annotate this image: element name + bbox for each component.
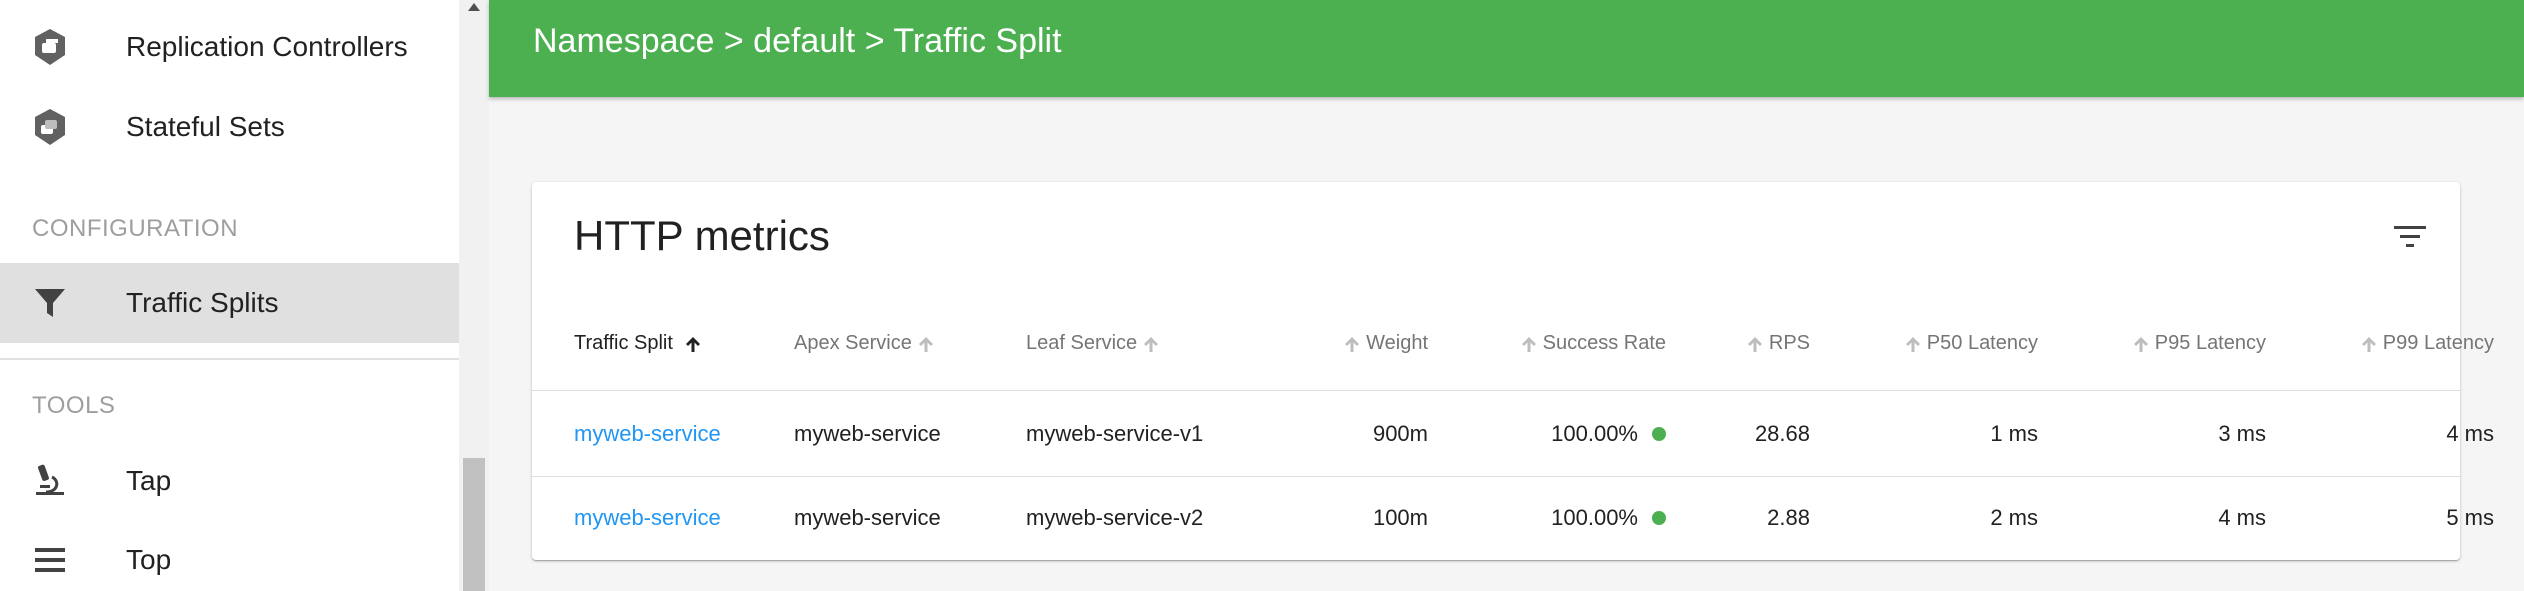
column-header-success-rate[interactable]: Success Rate xyxy=(1452,332,1666,355)
column-header-leaf-service[interactable]: Leaf Service xyxy=(1026,332,1196,355)
filter-list-icon[interactable] xyxy=(2392,222,2428,252)
column-header-label: Success Rate xyxy=(1542,332,1666,354)
filter-funnel-icon xyxy=(28,281,72,325)
configuration-section-header: CONFIGURATION xyxy=(32,215,239,242)
column-header-label: Leaf Service xyxy=(1026,332,1138,354)
success-status-dot-icon xyxy=(1652,511,1666,525)
column-header-label: P50 Latency xyxy=(1926,332,2038,354)
sort-arrow-up-icon xyxy=(1519,334,1539,354)
sidebar-divider xyxy=(0,358,459,360)
p99-latency-cell: 5 ms xyxy=(2446,505,2494,530)
column-header-label: Weight xyxy=(1366,332,1428,354)
stateful-set-icon xyxy=(28,105,72,149)
success-rate-value: 100.00% xyxy=(1551,505,1638,530)
card-title: HTTP metrics xyxy=(574,212,830,259)
weight-cell: 100m xyxy=(1372,505,1428,530)
column-header-traffic-split[interactable]: Traffic Split xyxy=(574,332,754,355)
column-header-label: Apex Service xyxy=(794,332,912,354)
sort-arrow-up-icon xyxy=(683,334,703,354)
column-header-label: P95 Latency xyxy=(2154,332,2266,354)
column-header-p50-latency[interactable]: P50 Latency xyxy=(1832,332,2038,355)
column-header-weight[interactable]: Weight xyxy=(1292,332,1428,355)
tools-section-header: TOOLS xyxy=(32,392,116,419)
column-header-label: RPS xyxy=(1768,332,1810,354)
leaf-service-cell: myweb-service-v2 xyxy=(1026,505,1204,530)
success-rate-value: 100.00% xyxy=(1551,421,1638,446)
p95-latency-cell: 4 ms xyxy=(2218,505,2266,530)
row-divider xyxy=(532,476,2460,477)
sort-arrow-up-icon xyxy=(1342,334,1362,354)
column-header-apex-service[interactable]: Apex Service xyxy=(794,332,964,355)
p99-latency-cell: 4 ms xyxy=(2446,421,2494,446)
sidebar-item-stateful-sets[interactable]: Stateful Sets xyxy=(0,87,459,167)
success-rate-cell: 100.00% xyxy=(1452,498,1666,538)
rps-cell: 28.68 xyxy=(1754,421,1810,446)
sort-arrow-up-icon xyxy=(2131,334,2151,354)
p50-latency-cell: 2 ms xyxy=(1990,505,2038,530)
sort-arrow-up-icon xyxy=(916,334,936,354)
weight-cell: 900m xyxy=(1372,421,1428,446)
scroll-up-arrow-icon[interactable] xyxy=(466,0,482,14)
apex-service-cell: myweb-service xyxy=(794,421,941,446)
sidebar-item-label: Top xyxy=(126,544,172,575)
p50-latency-cell: 1 ms xyxy=(1990,421,2038,446)
replication-controller-icon xyxy=(28,25,72,69)
column-header-label: Traffic Split xyxy=(574,332,673,354)
sort-arrow-up-icon xyxy=(1745,334,1765,354)
p95-latency-cell: 3 ms xyxy=(2218,421,2266,446)
success-status-dot-icon xyxy=(1652,427,1666,441)
sidebar-item-label: Replication Controllers xyxy=(126,31,408,62)
sidebar-item-tap[interactable]: Tap xyxy=(0,441,459,521)
column-header-label: P99 Latency xyxy=(2382,332,2494,354)
sort-arrow-up-icon xyxy=(2359,334,2379,354)
sidebar: Replication Controllers Stateful Sets CO… xyxy=(0,0,459,591)
rps-cell: 2.88 xyxy=(1767,505,1810,530)
column-header-rps[interactable]: RPS xyxy=(1692,332,1810,355)
sidebar-item-traffic-splits[interactable]: Traffic Splits xyxy=(0,263,459,343)
sidebar-item-label: Stateful Sets xyxy=(126,111,285,142)
traffic-split-link[interactable]: myweb-service xyxy=(574,414,721,454)
sidebar-item-label: Tap xyxy=(126,465,172,496)
list-lines-icon xyxy=(28,538,72,582)
apex-service-cell: myweb-service xyxy=(794,505,941,530)
sidebar-item-label: Traffic Splits xyxy=(126,287,279,318)
microscope-icon xyxy=(28,459,72,503)
sort-arrow-up-icon xyxy=(1141,334,1161,354)
row-divider xyxy=(532,390,2460,391)
column-header-p95-latency[interactable]: P95 Latency xyxy=(2060,332,2266,355)
column-header-p99-latency[interactable]: P99 Latency xyxy=(2288,332,2494,355)
success-rate-cell: 100.00% xyxy=(1452,414,1666,454)
sidebar-item-replication-controllers[interactable]: Replication Controllers xyxy=(0,7,459,87)
leaf-service-cell: myweb-service-v1 xyxy=(1026,421,1204,446)
sort-arrow-up-icon xyxy=(1903,334,1923,354)
http-metrics-card: HTTP metrics Traffic Split Apex Service … xyxy=(532,182,2494,560)
breadcrumb: Namespace > default > Traffic Split xyxy=(533,22,1062,60)
sidebar-scrollbar-thumb[interactable] xyxy=(463,458,485,591)
traffic-split-link[interactable]: myweb-service xyxy=(574,498,721,538)
sidebar-item-top[interactable]: Top xyxy=(0,520,459,591)
app-header: Namespace > default > Traffic Split xyxy=(489,0,2524,97)
